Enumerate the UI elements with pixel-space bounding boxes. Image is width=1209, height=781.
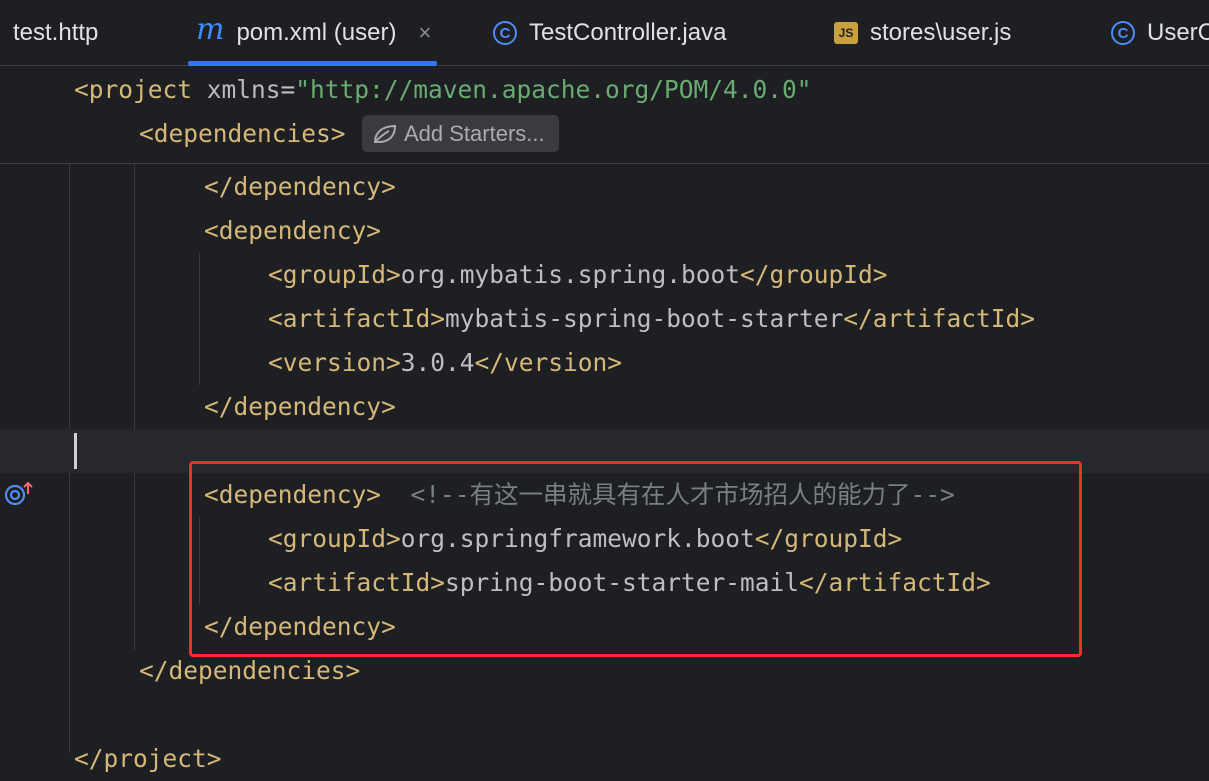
javascript-file-icon: JS	[834, 22, 858, 44]
add-starters-label: Add Starters...	[404, 120, 545, 146]
code-editor[interactable]: <project xmlns="http://maven.apache.org/…	[0, 66, 1209, 773]
tab-label: UserC	[1147, 19, 1209, 46]
red-highlight-box	[189, 461, 1082, 657]
tab-label: pom.xml (user)	[236, 19, 397, 46]
code-line[interactable]: <dependency>	[204, 209, 381, 253]
add-starters-button[interactable]: Add Starters...	[362, 115, 559, 152]
tab-user-js[interactable]: JS stores\user.js	[834, 0, 1011, 66]
java-class-icon: C	[1111, 21, 1135, 45]
sticky-dependencies-line[interactable]: <dependencies>	[139, 112, 346, 156]
code-line[interactable]: </dependency>	[204, 165, 396, 209]
java-class-icon: C	[493, 21, 517, 45]
code-line[interactable]: <groupId>org.mybatis.spring.boot</groupI…	[268, 253, 888, 297]
tab-test-http[interactable]: test.http	[13, 0, 98, 66]
maven-icon: m	[196, 12, 225, 47]
editor-tab-bar: test.http m pom.xml (user) × C TestContr…	[0, 0, 1209, 66]
close-icon[interactable]: ×	[418, 20, 431, 46]
indent-guide	[134, 164, 135, 650]
sticky-header: <project xmlns="http://maven.apache.org/…	[0, 66, 1209, 164]
sticky-project-line[interactable]: <project xmlns="http://maven.apache.org/…	[74, 68, 812, 112]
text-caret	[74, 433, 77, 469]
indent-guide	[199, 253, 200, 385]
code-line[interactable]: </dependency>	[204, 385, 396, 429]
spring-leaf-icon	[373, 124, 397, 143]
code-line[interactable]: </project>	[74, 737, 222, 781]
tab-label: test.http	[13, 19, 99, 46]
run-gutter-icon[interactable]	[4, 480, 36, 506]
tab-pom-xml[interactable]: m pom.xml (user) ×	[187, 0, 438, 66]
tab-user-controller[interactable]: C UserC	[1111, 0, 1209, 66]
tab-label: TestController.java	[529, 19, 727, 46]
code-line[interactable]: <version>3.0.4</version>	[268, 341, 622, 385]
tab-label: stores\user.js	[870, 19, 1012, 46]
tab-test-controller[interactable]: C TestController.java	[493, 0, 726, 66]
code-line[interactable]: <artifactId>mybatis-spring-boot-starter<…	[268, 297, 1035, 341]
